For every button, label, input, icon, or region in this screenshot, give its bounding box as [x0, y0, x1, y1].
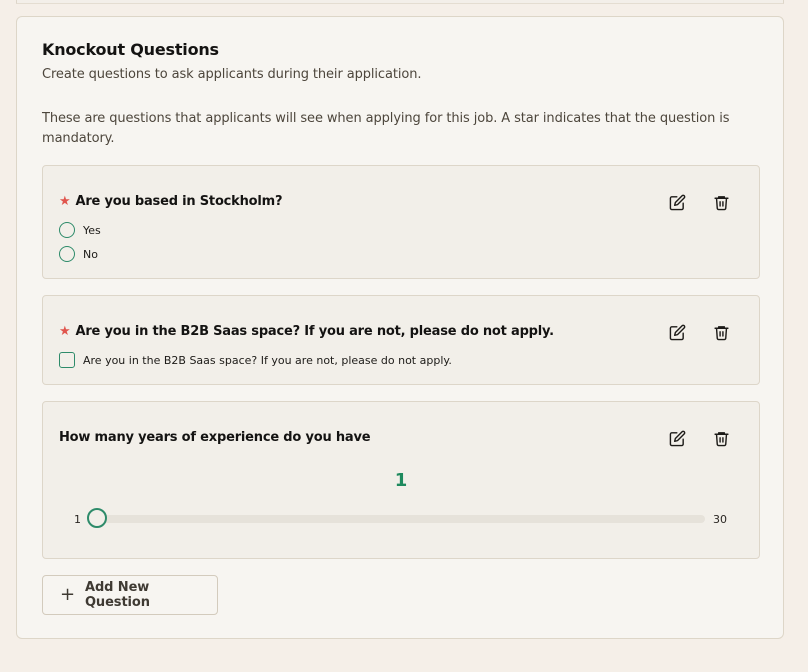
trash-icon: [713, 195, 729, 210]
edit-icon: [669, 194, 685, 210]
section-title: Knockout Questions: [42, 40, 219, 59]
question-title: ★ Are you based in Stockholm?: [59, 194, 283, 209]
radio-option-label: No: [83, 247, 98, 261]
delete-question-button[interactable]: [709, 190, 733, 214]
section-description: These are questions that applicants will…: [42, 111, 730, 146]
section-subtitle: Create questions to ask applicants durin…: [42, 67, 422, 82]
radio-button[interactable]: [59, 246, 75, 262]
question-title: How many years of experience do you have: [59, 430, 371, 445]
add-new-question-label: Add New Question: [84, 580, 150, 610]
question-title-text: Are you in the B2B Saas space? If you ar…: [75, 324, 554, 339]
checkbox[interactable]: [59, 352, 75, 368]
mandatory-star-icon: ★: [59, 324, 71, 339]
knockout-questions-card: Knockout Questions Create questions to a…: [16, 16, 784, 639]
edit-question-button[interactable]: [665, 426, 689, 450]
question-title-text: How many years of experience do you have: [59, 430, 371, 445]
delete-question-button[interactable]: [709, 426, 733, 450]
edit-icon: [669, 430, 685, 446]
question-title: ★ Are you in the B2B Saas space? If you …: [59, 324, 554, 339]
mandatory-star-icon: ★: [59, 194, 71, 209]
radio-option-label: Yes: [83, 223, 101, 237]
trash-icon: [713, 325, 729, 340]
radio-option[interactable]: No: [59, 246, 98, 262]
question-card: How many years of experience do you have…: [42, 401, 760, 559]
question-actions: [665, 320, 733, 344]
slider-max-label: 30: [713, 513, 727, 526]
radio-option[interactable]: Yes: [59, 222, 101, 238]
slider-min-label: 1: [74, 513, 81, 526]
previous-section-edge: [16, 0, 784, 4]
question-actions: [665, 190, 733, 214]
checkbox-option[interactable]: Are you in the B2B Saas space? If you ar…: [59, 352, 452, 368]
checkbox-option-label: Are you in the B2B Saas space? If you ar…: [83, 353, 452, 367]
slider-thumb[interactable]: [87, 508, 107, 528]
slider-track[interactable]: [97, 515, 705, 523]
question-card: ★ Are you based in Stockholm? Yes No: [42, 165, 760, 279]
radio-button[interactable]: [59, 222, 75, 238]
edit-icon: [669, 324, 685, 340]
slider-current-value: 1: [394, 470, 408, 491]
plus-icon: +: [60, 584, 75, 605]
delete-question-button[interactable]: [709, 320, 733, 344]
trash-icon: [713, 431, 729, 446]
question-title-text: Are you based in Stockholm?: [75, 194, 283, 209]
add-new-question-button[interactable]: + Add New Question: [42, 575, 218, 615]
question-actions: [665, 426, 733, 450]
question-card: ★ Are you in the B2B Saas space? If you …: [42, 295, 760, 385]
edit-question-button[interactable]: [665, 320, 689, 344]
edit-question-button[interactable]: [665, 190, 689, 214]
